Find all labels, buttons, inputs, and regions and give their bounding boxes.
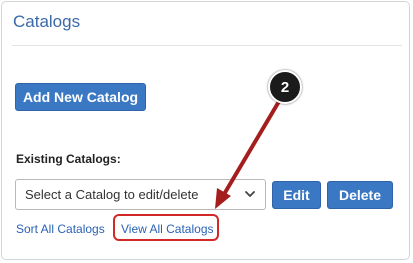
catalog-select[interactable]: Select a Catalog to edit/delete: [15, 179, 266, 210]
delete-button[interactable]: Delete: [327, 181, 393, 209]
step-number-badge: 2: [268, 70, 302, 104]
catalog-select-value: Select a Catalog to edit/delete: [25, 187, 199, 202]
highlight-box: [113, 214, 219, 241]
edit-button[interactable]: Edit: [272, 181, 321, 209]
chevron-down-icon: [245, 191, 255, 197]
panel-title: Catalogs: [13, 12, 81, 31]
existing-catalogs-label: Existing Catalogs:: [16, 152, 121, 166]
sort-all-catalogs-link[interactable]: Sort All Catalogs: [16, 222, 105, 236]
add-new-catalog-button[interactable]: Add New Catalog: [15, 83, 146, 111]
divider: [12, 45, 402, 46]
